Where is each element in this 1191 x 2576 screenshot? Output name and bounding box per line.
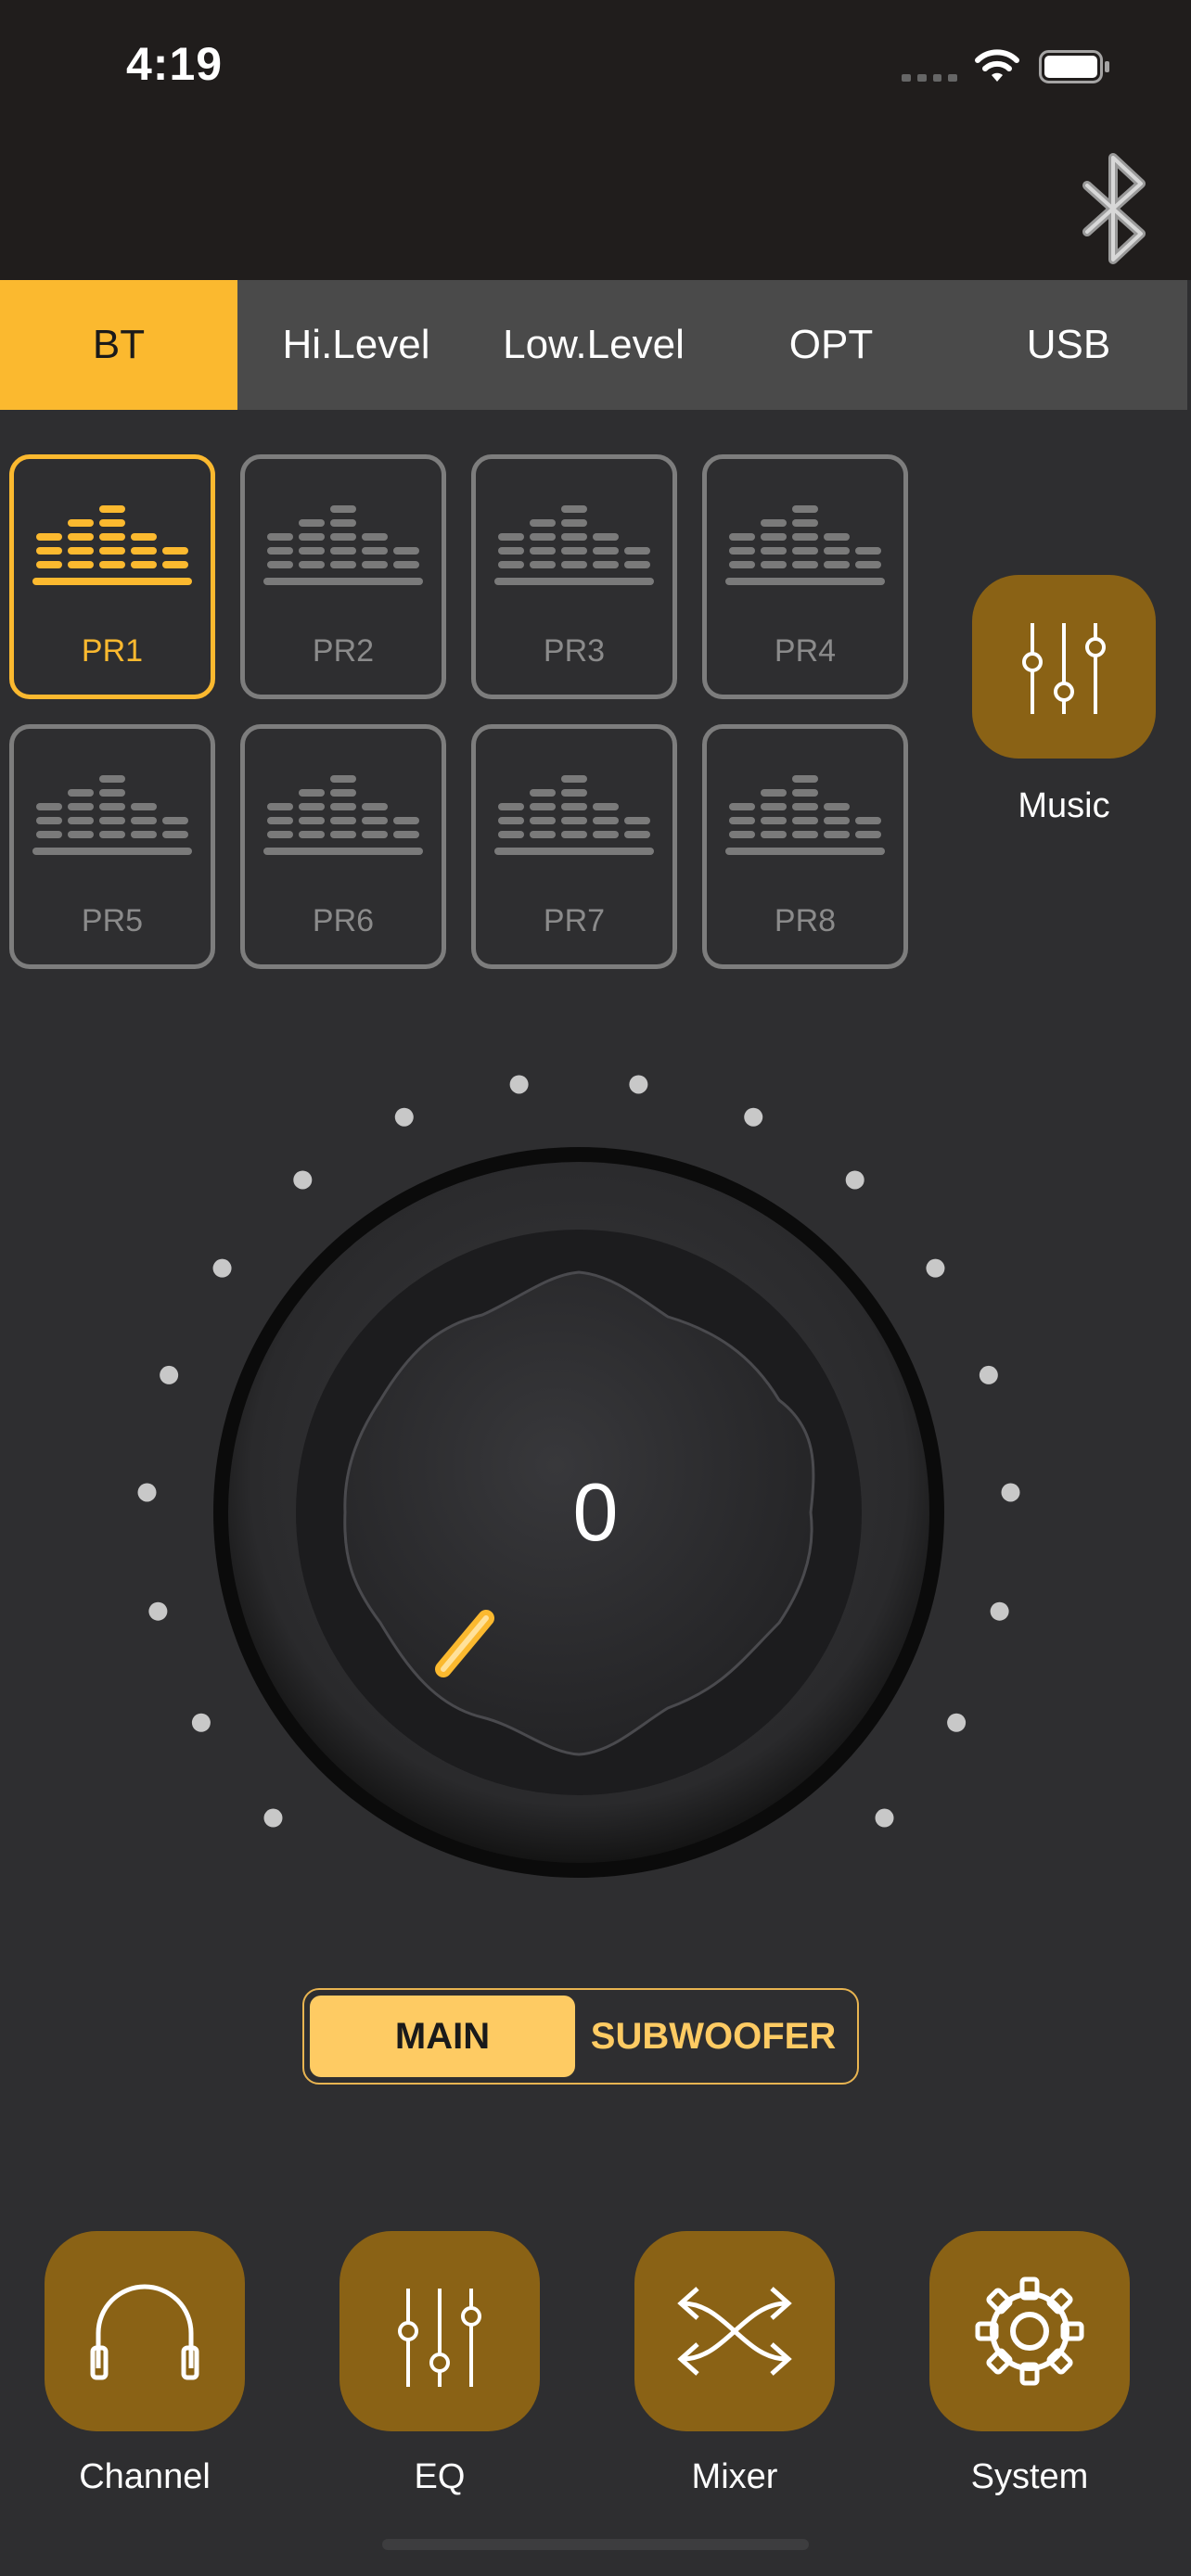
main-button[interactable]: MAIN bbox=[310, 1996, 575, 2077]
mixer-button[interactable] bbox=[634, 2231, 835, 2431]
status-time: 4:19 bbox=[126, 38, 224, 90]
eq-label: EQ bbox=[414, 2457, 466, 2496]
equalizer-icon bbox=[32, 505, 192, 585]
preset-label: PR2 bbox=[312, 633, 375, 669]
sliders-icon bbox=[398, 2289, 481, 2387]
preset-button-pr2[interactable]: PR2 bbox=[240, 454, 446, 699]
preset-button-pr8[interactable]: PR8 bbox=[702, 724, 908, 969]
sliders-icon bbox=[1022, 623, 1106, 714]
preset-button-pr6[interactable]: PR6 bbox=[240, 724, 446, 969]
cellular-signal-icon bbox=[902, 74, 957, 82]
tab-usb[interactable]: USB bbox=[950, 280, 1187, 410]
equalizer-icon bbox=[494, 505, 654, 585]
wifi-icon bbox=[975, 49, 1019, 82]
preset-label: PR1 bbox=[81, 633, 144, 669]
channel-button[interactable] bbox=[45, 2231, 245, 2431]
battery-icon bbox=[1039, 50, 1109, 83]
tab-bt[interactable]: BT bbox=[0, 280, 237, 410]
source-tabs: BT Hi.Level Low.Level OPT USB bbox=[0, 280, 1187, 410]
system-button[interactable] bbox=[929, 2231, 1130, 2431]
preset-grid: PR1 PR2 PR3 PR4 PR5 PR6 PR7 PR8 bbox=[9, 454, 918, 972]
gear-icon bbox=[975, 2276, 1084, 2386]
header-bar: 4:19 bbox=[0, 0, 1191, 280]
tab-low-level[interactable]: Low.Level bbox=[475, 280, 712, 410]
preset-button-pr7[interactable]: PR7 bbox=[471, 724, 677, 969]
music-button[interactable] bbox=[972, 575, 1156, 759]
bluetooth-icon[interactable] bbox=[1065, 148, 1161, 269]
tab-opt[interactable]: OPT bbox=[712, 280, 950, 410]
channel-label: Channel bbox=[79, 2457, 211, 2496]
mixer-label: Mixer bbox=[691, 2457, 778, 2496]
eq-button[interactable] bbox=[339, 2231, 540, 2431]
volume-knob[interactable] bbox=[0, 1020, 1191, 1892]
preset-label: PR8 bbox=[774, 903, 837, 938]
preset-label: PR3 bbox=[543, 633, 606, 669]
preset-label: PR6 bbox=[312, 903, 375, 938]
equalizer-icon bbox=[263, 505, 423, 585]
preset-label: PR5 bbox=[81, 903, 144, 938]
tab-hi-level[interactable]: Hi.Level bbox=[237, 280, 475, 410]
output-selector: MAIN SUBWOOFER bbox=[302, 1988, 859, 2085]
system-label: System bbox=[970, 2457, 1089, 2496]
shuffle-icon bbox=[677, 2287, 792, 2376]
equalizer-icon bbox=[725, 505, 885, 585]
knob-value: 0 bbox=[572, 1466, 619, 1558]
equalizer-icon bbox=[263, 775, 423, 855]
preset-button-pr5[interactable]: PR5 bbox=[9, 724, 215, 969]
preset-label: PR4 bbox=[774, 633, 837, 669]
preset-button-pr3[interactable]: PR3 bbox=[471, 454, 677, 699]
equalizer-icon bbox=[725, 775, 885, 855]
preset-button-pr4[interactable]: PR4 bbox=[702, 454, 908, 699]
subwoofer-button[interactable]: SUBWOOFER bbox=[575, 1996, 852, 2077]
headphones-icon bbox=[90, 2284, 199, 2380]
volume-knob-area: 0 bbox=[0, 1020, 1191, 1892]
equalizer-icon bbox=[494, 775, 654, 855]
preset-button-pr1[interactable]: PR1 bbox=[9, 454, 215, 699]
equalizer-icon bbox=[32, 775, 192, 855]
music-label: Music bbox=[1018, 786, 1110, 825]
preset-label: PR7 bbox=[543, 903, 606, 938]
home-indicator bbox=[382, 2539, 809, 2550]
